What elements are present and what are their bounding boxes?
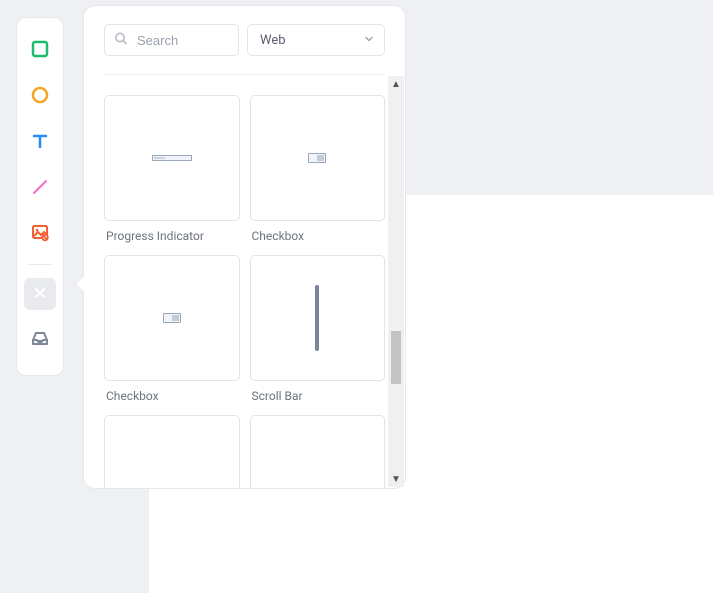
progress-indicator-glyph	[152, 155, 192, 161]
rectangle-tool[interactable]	[24, 35, 56, 67]
close-tool[interactable]	[24, 278, 56, 310]
search-field	[104, 24, 239, 56]
component-card	[104, 415, 240, 488]
component-label: Progress Indicator	[104, 229, 240, 243]
component-label: Scroll Bar	[250, 389, 386, 403]
line-icon	[31, 178, 49, 200]
scroll-thumb[interactable]	[391, 331, 401, 384]
component-thumb[interactable]	[104, 255, 240, 381]
rectangle-icon	[31, 40, 49, 62]
component-thumb[interactable]	[250, 255, 386, 381]
component-card	[250, 415, 386, 488]
scrollbar-glyph	[315, 285, 319, 351]
component-card-progress-indicator: Progress Indicator	[104, 95, 240, 243]
component-thumb[interactable]	[250, 95, 386, 221]
image-block-tool[interactable]	[24, 219, 56, 251]
scroll-track[interactable]	[388, 92, 404, 471]
panel-body: Progress Indicator Checkbox Checkbox	[84, 75, 405, 488]
component-thumb[interactable]	[250, 415, 386, 488]
component-grid: Progress Indicator Checkbox Checkbox	[104, 95, 385, 488]
toolbar-divider	[29, 264, 51, 265]
component-card-checkbox: Checkbox	[250, 95, 386, 243]
category-dropdown[interactable]: Web	[247, 24, 385, 56]
toolbar	[16, 17, 64, 376]
close-icon	[33, 285, 47, 304]
chevron-down-icon	[364, 33, 374, 48]
inbox-tool[interactable]	[24, 324, 56, 356]
line-tool[interactable]	[24, 173, 56, 205]
component-card-scroll-bar: Scroll Bar	[250, 255, 386, 403]
text-tool[interactable]	[24, 127, 56, 159]
dropdown-label: Web	[260, 33, 286, 48]
panel-header: Web	[84, 6, 405, 75]
text-icon	[31, 132, 49, 154]
search-icon	[114, 31, 128, 50]
panel-scrollbar: ▲ ▼	[388, 76, 404, 487]
scroll-down-button[interactable]: ▼	[388, 471, 404, 487]
component-label: Checkbox	[250, 229, 386, 243]
component-thumb[interactable]	[104, 415, 240, 488]
inbox-icon	[31, 329, 49, 351]
component-thumb[interactable]	[104, 95, 240, 221]
scroll-up-button[interactable]: ▲	[388, 76, 404, 92]
ellipse-icon	[31, 86, 49, 108]
checkbox-glyph	[163, 313, 181, 323]
component-card-checkbox: Checkbox	[104, 255, 240, 403]
component-panel: Web Progress Indicator	[83, 5, 406, 489]
image-block-icon	[31, 224, 49, 246]
checkbox-glyph	[308, 153, 326, 163]
component-label: Checkbox	[104, 389, 240, 403]
ellipse-tool[interactable]	[24, 81, 56, 113]
